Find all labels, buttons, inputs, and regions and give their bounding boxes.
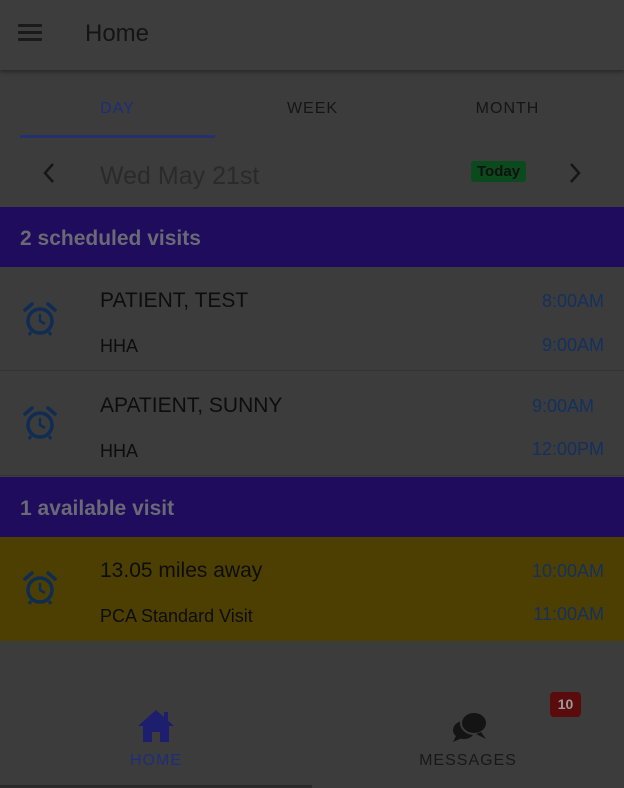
date-navigator: Wed May 21st Today [0,140,624,207]
visit-end-time: 11:00AM [533,604,604,624]
visit-end-time: 12:00PM [531,439,604,459]
scheduled-visits-count: 2 scheduled visits [20,227,201,250]
chat-bubbles-icon [453,711,488,742]
visit-start-time: 8:00AM [541,291,604,311]
unread-messages-badge: 10 [550,692,581,717]
page-title: Home [85,20,150,47]
tab-month[interactable]: MONTH [410,100,605,118]
app-bar: Home [0,0,624,70]
current-date: Wed May 21st [100,162,260,190]
visit-end-time: 9:00AM [541,335,604,355]
patient-name: PATIENT, TEST [100,289,249,312]
available-visits-count: 1 available visit [20,497,175,520]
bottom-navigation: HOME MESSAGES [0,690,624,788]
tab-day[interactable]: DAY [20,100,215,118]
alarm-clock-icon [23,302,57,336]
visit-start-time: 9:00AM [531,396,594,416]
today-button[interactable]: Today [471,161,527,182]
nav-messages-label: MESSAGES [419,752,517,769]
chevron-left-icon[interactable] [34,158,64,188]
patient-name: APATIENT, SUNNY [100,394,283,417]
active-tab-indicator [20,135,215,138]
view-tabs: DAY WEEK MONTH [0,70,624,140]
visit-start-time: 10:00AM [531,561,604,581]
chevron-right-icon[interactable] [560,158,590,188]
nav-home-label: HOME [130,752,182,769]
visit-type: HHA [100,336,139,356]
visit-row[interactable]: PATIENT, TEST HHA 8:00AM 9:00AM [0,267,624,371]
alarm-clock-icon [23,406,57,440]
scheduled-visits-header: 2 scheduled visits [0,207,624,267]
available-visits-header: 1 available visit [0,477,624,537]
home-icon [138,710,174,742]
hamburger-menu-icon[interactable] [18,24,42,44]
visit-type: PCA Standard Visit [100,606,253,626]
visit-row[interactable]: APATIENT, SUNNY HHA 9:00AM 12:00PM [0,372,624,476]
alarm-clock-icon [23,571,57,605]
visit-distance: 13.05 miles away [100,559,263,582]
nav-home[interactable]: HOME [0,690,312,788]
tab-week[interactable]: WEEK [215,100,410,118]
available-visit-row[interactable]: 13.05 miles away PCA Standard Visit 10:0… [0,537,624,641]
visit-type: HHA [100,441,139,461]
